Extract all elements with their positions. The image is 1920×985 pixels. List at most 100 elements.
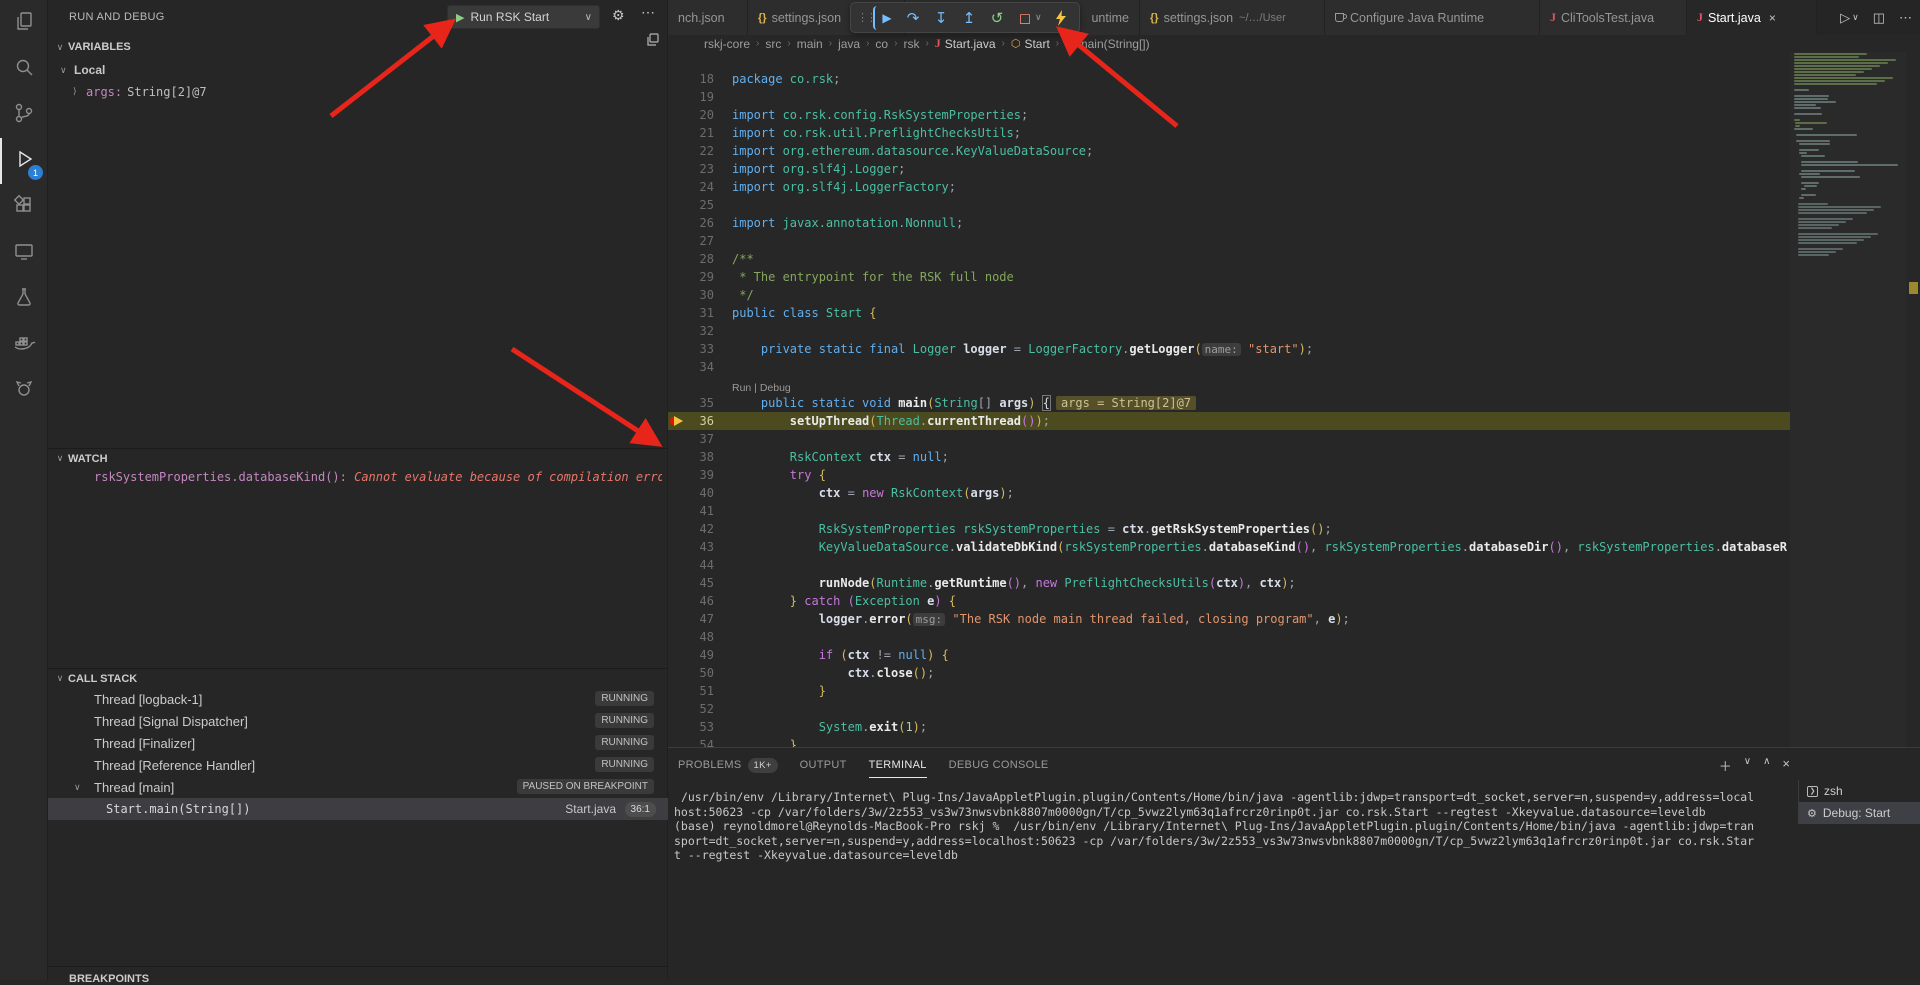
breadcrumb-item[interactable]: rskj-core (704, 37, 750, 51)
run-file-button[interactable]: ▷∨ (1840, 10, 1859, 26)
line-number: 50 (668, 664, 714, 682)
close-panel-icon[interactable]: × (1782, 756, 1790, 775)
stack-frame-row[interactable]: Start.main(String[]) Start.java 36:1 (48, 798, 668, 820)
call-stack-thread-row[interactable]: Thread [Signal Dispatcher]RUNNING (48, 710, 668, 732)
search-button[interactable] (0, 46, 48, 92)
code-line-31: 31public class Start { (668, 304, 1790, 322)
sidebar-title-row: RUN AND DEBUG ▶ Run RSK Start ∨ ⚙ ⋯ (48, 0, 667, 35)
line-number: 54 (668, 736, 714, 747)
remote-explorer-button[interactable] (0, 230, 48, 276)
breakpoints-header-label: BREAKPOINTS (69, 973, 149, 985)
code-line-18: 18package co.rsk; (668, 70, 1790, 88)
chevron-down-icon[interactable]: ∨ (1744, 756, 1751, 775)
tab-label: settings.json (1164, 11, 1233, 25)
breadcrumb-item[interactable]: src (765, 37, 781, 51)
tab-label: settings.json (772, 11, 841, 25)
run-and-debug-button[interactable]: 1 (0, 138, 48, 184)
source-control-button[interactable] (0, 92, 48, 138)
step-over-button[interactable]: ↷ (901, 6, 925, 30)
breadcrumb-separator: › (866, 38, 869, 49)
continue-button[interactable]: ▶ (873, 6, 897, 30)
stop-button[interactable]: ◻ (1013, 6, 1037, 30)
code-text: KeyValueDataSource.validateDbKind(rskSys… (732, 538, 1787, 556)
drag-handle-icon[interactable]: ⋮⋮ (857, 11, 869, 24)
breadcrumb-item-method[interactable]: main(String[]) (1078, 37, 1150, 51)
thread-label: Thread [Signal Dispatcher] (94, 714, 248, 729)
stop-dropdown-icon[interactable]: ∨ (1035, 12, 1045, 23)
call-stack-thread-row[interactable]: Thread [Reference Handler]RUNNING (48, 754, 668, 776)
variables-section-header[interactable]: ∨ VARIABLES (48, 37, 667, 57)
code-text: ctx.close(); (732, 664, 934, 682)
stack-frame-label: Start.main(String[]) (106, 802, 251, 816)
tab-label: Configure Java Runtime (1350, 11, 1484, 25)
watch-expression-row[interactable]: rskSystemProperties.databaseKind(): Cann… (94, 470, 662, 486)
watch-section-header[interactable]: ∨ WATCH (48, 448, 667, 468)
breadcrumb-item[interactable]: main (797, 37, 823, 51)
restart-button[interactable]: ↺ (985, 6, 1009, 30)
misc-extension-button[interactable] (0, 368, 48, 414)
call-stack-thread-row[interactable]: Thread [logback-1]RUNNING (48, 688, 668, 710)
breadcrumb-separator: › (1002, 38, 1005, 49)
minimap[interactable] (1790, 35, 1906, 747)
breadcrumb-item[interactable]: java (838, 37, 860, 51)
call-stack-section-header[interactable]: ∨ CALL STACK (48, 668, 667, 688)
gear-icon[interactable]: ⚙ (612, 7, 625, 24)
thread-status-badge: RUNNING (595, 757, 654, 772)
session-row-debug-start[interactable]: ⚙ Debug: Start (1799, 802, 1920, 824)
variable-row-args[interactable]: ⟩ args: String[2]@7 (72, 83, 207, 101)
call-stack-thread-row[interactable]: Thread [Finalizer]RUNNING (48, 732, 668, 754)
run-config-dropdown[interactable]: ▶ Run RSK Start ∨ (447, 5, 600, 29)
maximize-panel-icon[interactable]: ∧ (1763, 756, 1770, 775)
code-line (668, 52, 1790, 70)
code-line-33: 33 private static final Logger logger = … (668, 340, 1790, 358)
docker-button[interactable] (0, 322, 48, 368)
code-editor[interactable]: 18package co.rsk;1920import co.rsk.confi… (668, 52, 1790, 747)
new-terminal-button[interactable]: ＋ (1719, 756, 1732, 775)
step-into-button[interactable]: ↧ (929, 6, 953, 30)
step-out-button[interactable]: ↥ (957, 6, 981, 30)
debug-gear-icon: ⚙ (1807, 807, 1817, 820)
breadcrumb[interactable]: rskj-core› src› main› java› co› rsk› J S… (668, 35, 1920, 52)
panel-tab-problems[interactable]: PROBLEMS1K+ (678, 752, 778, 778)
more-actions-icon[interactable]: ⋯ (1899, 10, 1912, 26)
panel-tab-terminal[interactable]: TERMINAL (869, 752, 927, 778)
code-text: ctx = new RskContext(args); (732, 484, 1014, 502)
extensions-button[interactable] (0, 184, 48, 230)
breadcrumb-item-file[interactable]: Start.java (945, 37, 996, 51)
explorer-button[interactable] (0, 0, 48, 46)
tab-nch-json[interactable]: nch.json (668, 0, 748, 35)
code-line-25: 25 (668, 196, 1790, 214)
code-text: public static void main(String[] args) {… (732, 394, 1196, 412)
terminal-output: /usr/bin/env /Library/Internet\ Plug-Ins… (674, 790, 1784, 863)
code-text: if (ctx != null) { (732, 646, 949, 664)
call-stack-thread-row[interactable]: ∨Thread [main]PAUSED ON BREAKPOINT (48, 776, 668, 798)
session-label: zsh (1824, 784, 1843, 798)
panel-tab-output[interactable]: OUTPUT (800, 752, 847, 778)
session-row-zsh[interactable]: ❯ zsh (1799, 780, 1920, 802)
flask-icon (12, 285, 36, 314)
split-editor-icon[interactable]: ◫ (1873, 10, 1885, 26)
chevron-down-icon: ∨ (52, 673, 68, 684)
tab-start-java[interactable]: JStart.java× (1687, 0, 1817, 35)
stack-frame-location-badge: 36:1 (625, 802, 656, 817)
close-icon[interactable]: × (1769, 11, 1776, 25)
java-file-icon: J (1697, 10, 1703, 25)
code-text: import org.ethereum.datasource.KeyValueD… (732, 142, 1093, 160)
tab-settings-json[interactable]: {}settings.json~/…/User (1140, 0, 1325, 35)
tab-clitoolstest-java[interactable]: JCliToolsTest.java (1540, 0, 1687, 35)
variables-scope-local[interactable]: ∨ Local (60, 61, 105, 79)
breadcrumb-item[interactable]: co (875, 37, 888, 51)
more-actions-icon[interactable]: ⋯ (641, 4, 655, 21)
overview-ruler[interactable] (1906, 35, 1920, 747)
testing-button[interactable] (0, 276, 48, 322)
code-text: } (732, 682, 826, 700)
breadcrumb-separator: › (925, 38, 928, 49)
hot-code-replace-icon[interactable] (1049, 6, 1073, 30)
tab-configure-java-runtime[interactable]: Configure Java Runtime (1325, 0, 1540, 35)
breadcrumb-item[interactable]: rsk (903, 37, 919, 51)
breadcrumb-item-class[interactable]: Start (1024, 37, 1049, 51)
search-icon (12, 55, 36, 84)
panel-tab-debug-console[interactable]: DEBUG CONSOLE (949, 752, 1049, 778)
code-line-50: 50 ctx.close(); (668, 664, 1790, 682)
breakpoints-section-header[interactable]: BREAKPOINTS (48, 966, 668, 980)
